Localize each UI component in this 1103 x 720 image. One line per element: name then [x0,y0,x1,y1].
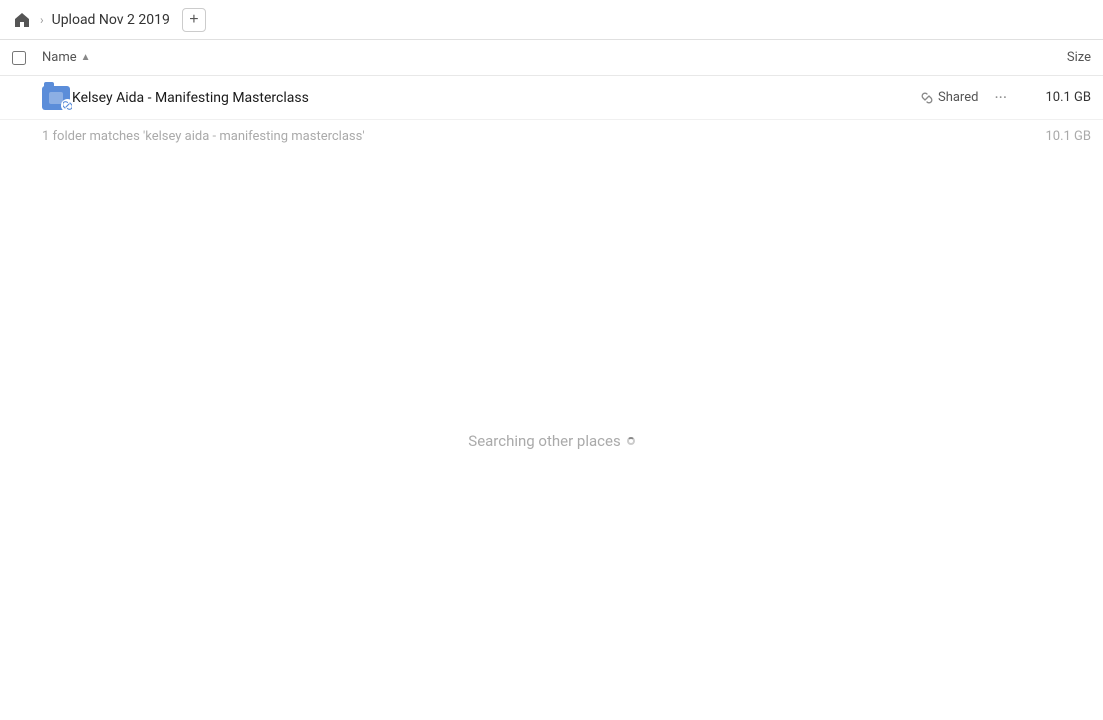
breadcrumb-title: Upload Nov 2 2019 [52,12,170,28]
name-column-label: Name [42,50,77,65]
summary-row: 1 folder matches 'kelsey aida - manifest… [0,120,1103,152]
home-icon[interactable] [12,10,32,30]
file-icon-col [42,86,72,110]
loading-spinner [627,437,635,445]
size-column-header: Size [1011,50,1091,65]
name-column-header[interactable]: Name ▲ [42,50,1011,65]
header-bar: › Upload Nov 2 2019 + [0,0,1103,40]
shared-badge: Shared [920,90,978,105]
file-actions: Shared ··· [920,86,1011,109]
breadcrumb-separator: › [40,13,44,27]
sort-arrow-icon: ▲ [81,52,91,63]
table-row[interactable]: Kelsey Aida - Manifesting Masterclass Sh… [0,76,1103,120]
link-icon [920,91,934,105]
summary-text: 1 folder matches 'kelsey aida - manifest… [42,129,1011,144]
link-overlay-icon [61,99,74,112]
select-all-checkbox-col[interactable] [12,51,42,65]
shared-label: Shared [938,90,978,105]
searching-text: Searching other places [468,432,620,450]
add-button[interactable]: + [182,8,206,32]
searching-area: Searching other places [0,432,1103,450]
table-header: Name ▲ Size [0,40,1103,76]
more-options-icon[interactable]: ··· [990,86,1011,109]
file-size: 10.1 GB [1011,90,1091,105]
select-all-checkbox[interactable] [12,51,26,65]
file-name: Kelsey Aida - Manifesting Masterclass [72,90,920,106]
summary-size: 10.1 GB [1011,129,1091,144]
